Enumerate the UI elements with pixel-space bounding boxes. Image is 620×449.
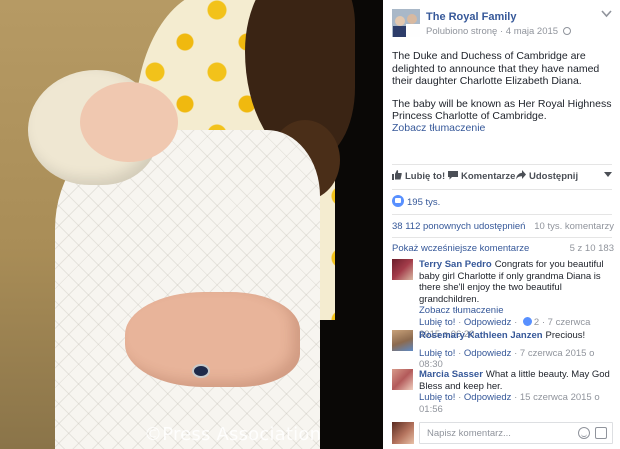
avatar-figure-left <box>393 26 407 37</box>
current-user-avatar[interactable] <box>392 422 414 444</box>
photo-watermark: ©Press Association <box>144 424 322 445</box>
comment-actions: Lubię to! · Odpowiedz · 15 czerwca 2015 … <box>419 392 600 415</box>
divider <box>392 164 612 165</box>
comment-body: Rosemary Kathleen Janzen Precious! Lubię … <box>419 330 611 371</box>
like-button[interactable]: Lubię to! <box>392 170 445 182</box>
comment-icon <box>448 171 458 180</box>
commenter-avatar[interactable] <box>392 330 413 351</box>
hand <box>125 292 300 387</box>
comments-count: 10 tys. komentarzy <box>534 221 614 232</box>
avatar-figure-right <box>406 24 420 37</box>
comment-reaction-count[interactable]: 2 <box>534 317 539 328</box>
share-arrow-icon <box>516 170 526 180</box>
comment-actions: Lubię to! · Odpowiedz · 7 czerwca 2015 o… <box>419 347 595 371</box>
like-reaction-icon <box>522 316 532 326</box>
post-panel: The Royal Family Polubiono stronę · 4 ma… <box>383 0 620 449</box>
baby-face <box>80 82 178 162</box>
comment-body: Marcia Sasser What a little beauty. May G… <box>419 369 611 415</box>
post-message: The Duke and Duchess of Cambridge are de… <box>392 50 614 133</box>
share-button[interactable]: Udostępnij <box>516 170 578 182</box>
avatar-face-right <box>407 14 417 24</box>
comment-like-link[interactable]: Lubię to! <box>419 392 455 403</box>
ring <box>192 364 210 378</box>
comment-author-link[interactable]: Terry San Pedro <box>419 259 492 270</box>
post-paragraph-1: The Duke and Duchess of Cambridge are de… <box>392 50 600 88</box>
action-bar: Lubię to! Komentarze Udostępnij <box>392 170 614 184</box>
see-translation-link[interactable]: Zobacz tłumaczenie <box>392 122 485 134</box>
post-photo[interactable]: ©Press Association <box>0 0 383 449</box>
show-previous-comments-link[interactable]: Pokaż wcześniejsze komentarze <box>392 243 529 254</box>
divider <box>392 214 612 215</box>
reactions-count: 195 tys. <box>407 197 441 208</box>
post-paragraph-2: The baby will be known as Her Royal High… <box>392 97 612 123</box>
post-meta: Polubiono stronę · 4 maja 2015 <box>426 26 571 37</box>
commenter-avatar[interactable] <box>392 369 413 390</box>
divider <box>392 189 612 190</box>
caret-down-icon[interactable] <box>604 170 612 180</box>
comment-author-link[interactable]: Marcia Sasser <box>419 369 483 380</box>
like-reaction-icon <box>392 195 404 207</box>
thumbs-up-icon <box>392 170 402 180</box>
comment-text: Precious! <box>545 330 586 341</box>
share-label: Udostępnij <box>529 171 579 182</box>
page-avatar[interactable] <box>392 9 420 37</box>
comments-shown-count: 5 z 10 183 <box>569 243 614 254</box>
like-label: Lubię to! <box>405 171 446 182</box>
comment-composer <box>392 422 614 444</box>
sticker-icon[interactable] <box>595 427 607 439</box>
comment-body: Terry San Pedro Congrats for you beautifu… <box>419 259 611 340</box>
chevron-down-icon[interactable] <box>601 10 613 20</box>
comment-label: Komentarze <box>461 171 516 182</box>
comment-reply-link[interactable]: Odpowiedz <box>464 392 512 403</box>
divider <box>392 237 612 238</box>
shares-count-link[interactable]: 38 112 ponownych udostępnień <box>392 221 525 232</box>
page-name-link[interactable]: The Royal Family <box>426 11 516 23</box>
comment-like-link[interactable]: Lubię to! <box>419 348 455 359</box>
globe-icon <box>562 27 571 35</box>
comment-reply-link[interactable]: Odpowiedz <box>464 348 512 359</box>
comment-reply-link[interactable]: Odpowiedz <box>464 317 512 328</box>
comment-author-link[interactable]: Rosemary Kathleen Janzen <box>419 330 543 341</box>
avatar-face-left <box>395 16 405 26</box>
reactions-summary[interactable]: 195 tys. <box>392 195 440 208</box>
see-translation-link[interactable]: Zobacz tłumaczenie <box>419 305 611 317</box>
liked-page-label: Polubiono stronę <box>426 26 498 37</box>
commenter-avatar[interactable] <box>392 259 413 280</box>
comment-like-link[interactable]: Lubię to! <box>419 317 455 328</box>
post-date-link[interactable]: 4 maja 2015 <box>506 26 558 37</box>
meta-separator: · <box>499 26 504 37</box>
comment-button[interactable]: Komentarze <box>448 170 515 182</box>
emoji-icon[interactable] <box>578 427 590 439</box>
